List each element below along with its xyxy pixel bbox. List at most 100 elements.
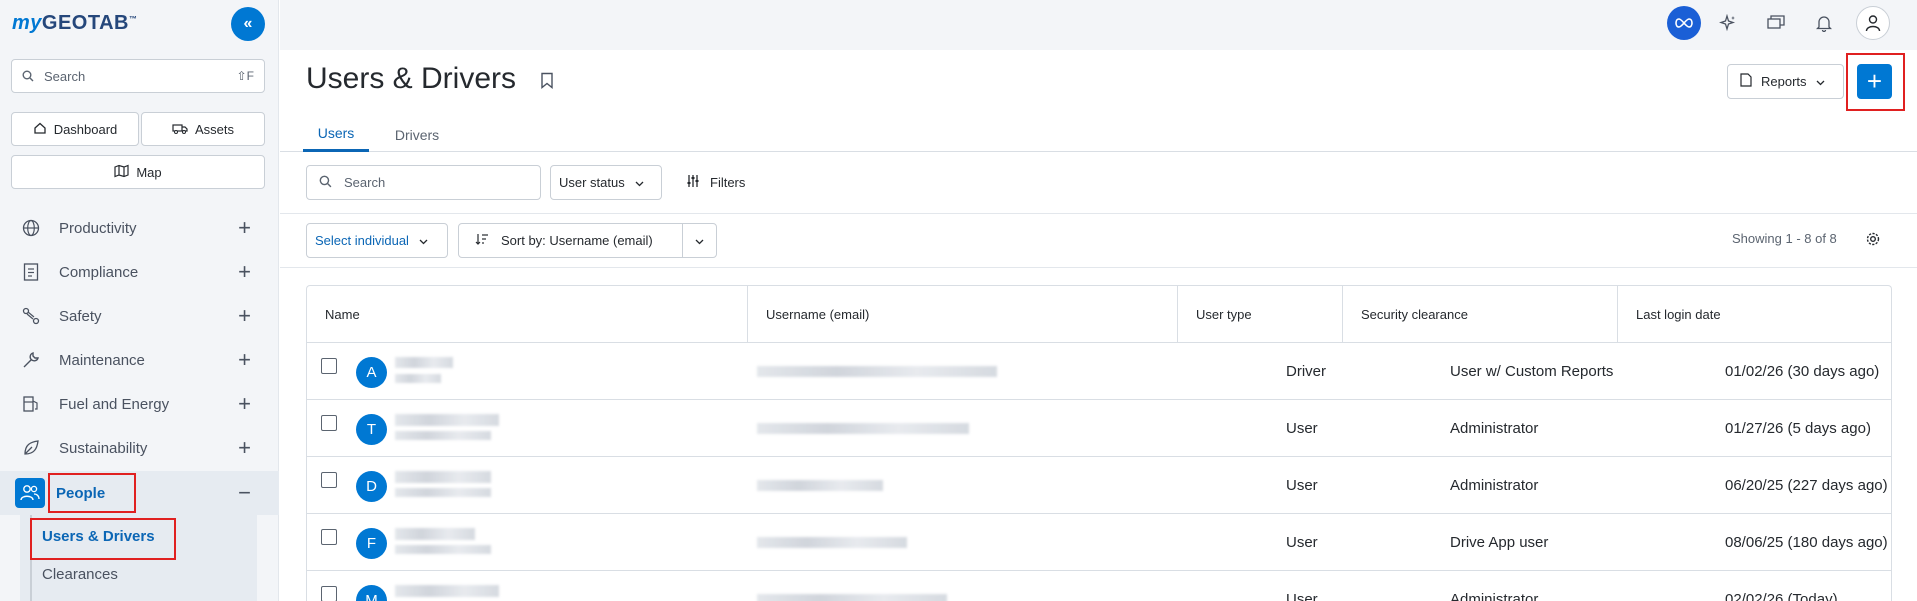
add-user-button[interactable]: + (1857, 64, 1892, 99)
row-checkbox[interactable] (321, 472, 337, 488)
row-checkbox[interactable] (321, 529, 337, 545)
reports-label: Reports (1761, 74, 1807, 89)
search-icon (22, 70, 36, 82)
select-individual-dropdown[interactable]: Select individual (306, 223, 448, 258)
logo-my: my (12, 12, 42, 34)
sidebar-search-placeholder: Search (44, 68, 86, 84)
sort-main-button[interactable]: Sort by: Username (email) (459, 233, 682, 248)
sidebar-item-people[interactable]: People − (0, 471, 279, 515)
table-row[interactable]: D User Administrator 06/20/25 (227 days … (307, 457, 1891, 514)
chevron-down-icon (635, 175, 644, 190)
tab-users[interactable]: Users (303, 117, 369, 152)
sparkle-icon[interactable] (1711, 6, 1745, 40)
sidebar-search-input[interactable]: Search ⇧F (11, 59, 265, 93)
redacted-name (395, 471, 491, 483)
table-row[interactable]: F User Drive App user 08/06/25 (180 days… (307, 514, 1891, 571)
user-search-input[interactable]: Search (306, 165, 541, 200)
table-row[interactable]: A Driver User w/ Custom Reports 01/02/26… (307, 343, 1891, 400)
column-header-user-type[interactable]: User type (1178, 286, 1343, 343)
column-header-security-clearance[interactable]: Security clearance (1343, 286, 1618, 343)
user-type-cell: Driver (1286, 363, 1326, 380)
tab-drivers[interactable]: Drivers (379, 117, 455, 152)
dashboard-button[interactable]: Dashboard (11, 112, 139, 146)
redacted-name (395, 357, 453, 368)
table-row[interactable]: T User Administrator 01/27/26 (5 days ag… (307, 400, 1891, 457)
user-status-dropdown[interactable]: User status (550, 165, 662, 200)
divider (280, 267, 1917, 268)
sidebar-item-label: Safety (59, 307, 102, 325)
table-row[interactable]: M User Administrator 02/02/26 (Today) (307, 571, 1891, 601)
copilot-icon[interactable] (1667, 6, 1701, 40)
logo-geotab: GEOTAB (41, 12, 129, 34)
redacted-name (395, 431, 491, 440)
column-header-label: Last login date (1636, 307, 1721, 322)
mygeotab-logo[interactable]: myGEOTAB™ (12, 12, 137, 35)
expand-plus-icon[interactable]: + (238, 303, 251, 329)
sidebar-subitem-clearances[interactable]: Clearances (30, 558, 118, 590)
sidebar-item-sustainability[interactable]: Sustainability + (0, 426, 279, 470)
row-checkbox[interactable] (321, 358, 337, 374)
row-checkbox[interactable] (321, 586, 337, 601)
column-header-username[interactable]: Username (email) (748, 286, 1178, 343)
tab-label: Users (317, 125, 355, 141)
search-icon (319, 175, 332, 191)
sidebar-item-maintenance[interactable]: Maintenance + (0, 338, 279, 382)
chevron-down-icon (1816, 74, 1825, 89)
column-header-name[interactable]: Name (307, 286, 748, 343)
bookmark-icon[interactable] (540, 72, 556, 92)
bell-icon[interactable] (1807, 6, 1841, 40)
user-account-icon[interactable] (1856, 6, 1890, 40)
sidebar-item-safety[interactable]: Safety + (0, 294, 279, 338)
tab-label: Drivers (394, 126, 440, 143)
assets-button[interactable]: Assets (141, 112, 265, 146)
sidebar-item-label: Compliance (59, 263, 139, 281)
sidebar-subitem-users-drivers[interactable]: Users & Drivers (30, 520, 155, 552)
redacted-email (757, 480, 883, 491)
expand-plus-icon[interactable]: + (238, 215, 251, 241)
sort-icon (475, 233, 489, 248)
avatar: F (356, 528, 387, 559)
dashboard-label: Dashboard (53, 121, 118, 137)
sort-label: Sort by: Username (email) (501, 233, 653, 248)
sidebar-item-compliance[interactable]: Compliance + (0, 250, 279, 294)
row-checkbox[interactable] (321, 415, 337, 431)
leaf-icon (20, 437, 42, 459)
assets-label: Assets (194, 121, 234, 137)
column-header-label: Username (email) (766, 307, 870, 322)
collapse-sidebar-button[interactable]: « (231, 7, 265, 41)
sidebar-item-productivity[interactable]: Productivity + (0, 206, 279, 250)
filters-label: Filters (710, 175, 746, 190)
showing-count: Showing 1 - 8 of 8 (1732, 231, 1837, 246)
fuel-icon (20, 393, 42, 415)
chat-icon[interactable] (1759, 6, 1793, 40)
security-clearance-cell: Administrator (1450, 591, 1539, 601)
expand-plus-icon[interactable]: + (238, 435, 251, 461)
redacted-email (757, 537, 907, 548)
filters-button[interactable]: Filters (686, 165, 745, 200)
sidebar-item-fuel-and-energy[interactable]: Fuel and Energy + (0, 382, 279, 426)
checklist-icon (20, 261, 42, 283)
map-button[interactable]: Map (11, 155, 265, 189)
gear-icon[interactable] (1865, 231, 1881, 252)
user-type-cell: User (1286, 420, 1318, 437)
search-placeholder: Search (344, 175, 386, 190)
collapse-minus-icon[interactable]: − (238, 480, 251, 506)
last-login-cell: 01/27/26 (5 days ago) (1725, 420, 1871, 437)
user-type-cell: User (1286, 477, 1318, 494)
last-login-cell: 06/20/25 (227 days ago) (1725, 477, 1888, 494)
expand-plus-icon[interactable]: + (238, 391, 251, 417)
route-icon (20, 305, 42, 327)
avatar: D (356, 471, 387, 502)
avatar: A (356, 357, 387, 388)
expand-plus-icon[interactable]: + (238, 259, 251, 285)
sort-direction-toggle[interactable] (682, 224, 716, 257)
map-label: Map (136, 164, 162, 180)
expand-plus-icon[interactable]: + (238, 347, 251, 373)
column-header-label: Name (325, 307, 360, 322)
wrench-icon (20, 349, 42, 371)
reports-dropdown-button[interactable]: Reports (1727, 64, 1844, 99)
sidebar: myGEOTAB™ « Search ⇧F Dashboard Assets M… (0, 0, 279, 601)
column-header-last-login[interactable]: Last login date (1618, 286, 1891, 343)
user-type-cell: User (1286, 591, 1318, 601)
sort-dropdown[interactable]: Sort by: Username (email) (458, 223, 717, 258)
